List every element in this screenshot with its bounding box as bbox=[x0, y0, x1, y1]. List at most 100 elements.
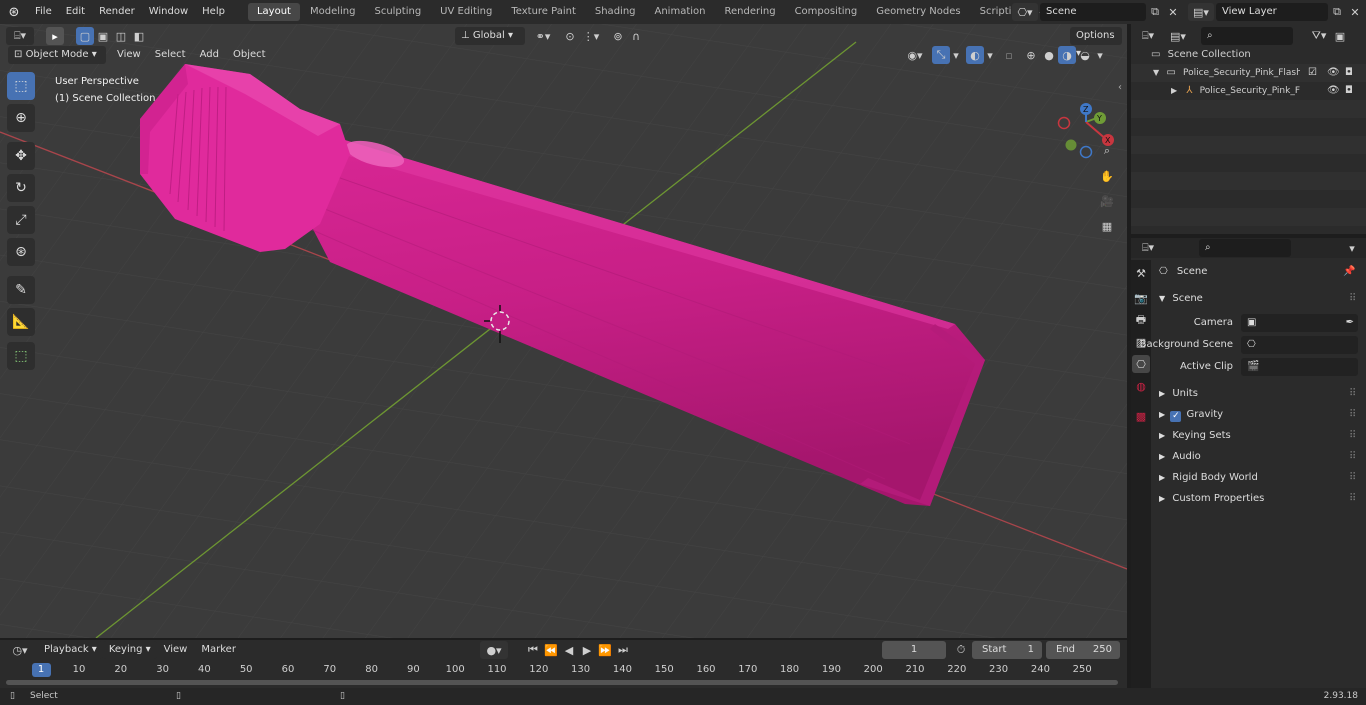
drag-handle-icon[interactable]: ⠿ bbox=[1349, 469, 1356, 487]
record-icon[interactable]: ●▾ bbox=[480, 641, 508, 659]
viewport-menu-object[interactable]: Object bbox=[226, 46, 273, 64]
render-properties-icon[interactable]: 📷 bbox=[1132, 289, 1150, 307]
outliner-row-collection[interactable]: ▼ ▭ Police_Security_Pink_Flashligh ☑ 👁 ◘ bbox=[1131, 64, 1366, 82]
timeline-scrollbar[interactable] bbox=[6, 680, 1118, 685]
expand-arrow-icon[interactable]: ▶ bbox=[1171, 86, 1177, 95]
gizmo-toggle-icon[interactable]: ⤡ bbox=[932, 46, 950, 64]
tab-layout[interactable]: Layout bbox=[247, 3, 300, 21]
editor-type-icon[interactable]: ⌸▾ bbox=[6, 27, 34, 45]
cursor-tool-icon[interactable]: ⊕ bbox=[7, 104, 35, 132]
preview-range-icon[interactable]: ⏱ bbox=[952, 641, 970, 659]
tab-texture-paint[interactable]: Texture Paint bbox=[502, 3, 585, 21]
options-dropdown[interactable]: Options ▾ bbox=[1070, 27, 1122, 59]
viewport-menu-add[interactable]: Add bbox=[193, 46, 226, 64]
collapse-arrow-icon[interactable]: ▼ bbox=[1159, 294, 1165, 303]
delete-view-layer-icon[interactable]: ✕ bbox=[1346, 3, 1364, 21]
panel-gravity[interactable]: ▶ ✓ Gravity ⠿ bbox=[1159, 406, 1365, 424]
annotate-tool-icon[interactable]: ✎ bbox=[7, 276, 35, 304]
prev-keyframe-icon[interactable]: ⏪ bbox=[542, 641, 560, 659]
tab-compositing[interactable]: Compositing bbox=[786, 3, 867, 21]
tab-rendering[interactable]: Rendering bbox=[715, 3, 784, 21]
shading-wireframe-icon[interactable]: ⊕ bbox=[1022, 46, 1040, 64]
keying-dropdown[interactable]: Keying ▾ bbox=[102, 641, 157, 659]
tab-geometry-nodes[interactable]: Geometry Nodes bbox=[867, 3, 969, 21]
measure-tool-icon[interactable]: 📐 bbox=[7, 308, 35, 336]
pin-icon[interactable]: 📌 bbox=[1343, 263, 1355, 281]
outliner-editor-type-icon[interactable]: ⌸▾ bbox=[1135, 27, 1161, 45]
next-keyframe-icon[interactable]: ⏩ bbox=[596, 641, 614, 659]
background-scene-field[interactable]: ⎔ bbox=[1241, 336, 1358, 354]
play-icon[interactable]: ▶ bbox=[578, 641, 596, 659]
expand-arrow-icon[interactable]: ▼ bbox=[1153, 68, 1159, 77]
menu-help[interactable]: Help bbox=[195, 0, 232, 24]
shading-material-icon[interactable]: ◑ bbox=[1058, 46, 1076, 64]
select-box-tool-icon[interactable]: ▸ bbox=[46, 27, 64, 45]
rotate-tool-icon[interactable]: ↻ bbox=[7, 174, 35, 202]
menu-window[interactable]: Window bbox=[142, 0, 195, 24]
collapse-arrow-icon[interactable]: ▶ bbox=[1159, 452, 1165, 461]
sidebar-toggle-icon[interactable]: ‹ bbox=[1118, 82, 1122, 93]
pivot-point-icon[interactable]: ⚭▾ bbox=[531, 27, 555, 45]
visibility-icon[interactable]: ◉▾ bbox=[902, 46, 928, 64]
drag-handle-icon[interactable]: ⠿ bbox=[1349, 448, 1356, 466]
collapse-arrow-icon[interactable]: ▶ bbox=[1159, 494, 1165, 503]
include-checkbox-icon[interactable]: ☑ bbox=[1308, 64, 1317, 82]
menu-file[interactable]: File bbox=[28, 0, 59, 24]
shading-rendered-icon[interactable]: ◒ bbox=[1076, 46, 1094, 64]
shading-solid-icon[interactable]: ● bbox=[1040, 46, 1058, 64]
playback-dropdown[interactable]: Playback ▾ bbox=[38, 641, 103, 659]
start-frame-field[interactable]: Start 1 bbox=[972, 641, 1042, 659]
mode-intersect-icon[interactable]: ◧ bbox=[130, 27, 148, 45]
drag-handle-icon[interactable]: ⠿ bbox=[1349, 385, 1356, 403]
drag-handle-icon[interactable]: ⠿ bbox=[1349, 290, 1356, 308]
jump-end-icon[interactable]: ⏭ bbox=[614, 641, 632, 659]
xray-icon[interactable]: ▫ bbox=[1000, 46, 1018, 64]
view-layer-field[interactable]: View Layer bbox=[1216, 3, 1328, 21]
panel-audio[interactable]: ▶ Audio ⠿ bbox=[1159, 448, 1365, 466]
texture-properties-icon[interactable]: ▩ bbox=[1132, 407, 1150, 425]
current-frame-field[interactable]: 1 bbox=[882, 641, 946, 659]
delete-scene-icon[interactable]: ✕ bbox=[1164, 3, 1182, 21]
outliner-row-object[interactable]: ▶ ⅄ Police_Security_Pink_Flas 👁 ◘ bbox=[1131, 82, 1366, 100]
proportional-edit-icon[interactable]: ⊚ bbox=[609, 27, 627, 45]
scene-properties-icon[interactable]: ⎔ bbox=[1132, 355, 1150, 373]
mode-extend-icon[interactable]: ▣ bbox=[94, 27, 112, 45]
viewport-menu-select[interactable]: Select bbox=[148, 46, 193, 64]
camera-field[interactable]: ▣ ✒ bbox=[1241, 314, 1358, 332]
select-tool-icon[interactable]: ⬚ bbox=[7, 72, 35, 100]
drag-handle-icon[interactable]: ⠿ bbox=[1349, 490, 1356, 508]
shading-dropdown-icon[interactable]: ▾ bbox=[1094, 46, 1106, 64]
timeline-menu-view[interactable]: View bbox=[157, 641, 195, 659]
outliner-new-collection-icon[interactable]: ▣ bbox=[1331, 27, 1349, 45]
gizmo-neg-y-icon[interactable] bbox=[1065, 139, 1077, 151]
tab-uv-editing[interactable]: UV Editing bbox=[431, 3, 501, 21]
gravity-checkbox-icon[interactable]: ✓ bbox=[1170, 411, 1182, 422]
object-mode-dropdown[interactable]: ⊡ Object Mode ▾ bbox=[8, 46, 106, 64]
collapse-arrow-icon[interactable]: ▶ bbox=[1159, 473, 1165, 482]
world-properties-icon[interactable]: ◍ bbox=[1132, 377, 1150, 395]
timeline-menu-marker[interactable]: Marker bbox=[194, 641, 243, 659]
camera-view-icon[interactable]: 🎥 bbox=[1098, 192, 1116, 210]
new-scene-icon[interactable]: ⧉ bbox=[1146, 3, 1164, 21]
outliner-search-input[interactable]: ⌕ bbox=[1201, 27, 1293, 45]
pan-hand-icon[interactable]: ✋ bbox=[1098, 167, 1116, 185]
3d-viewport[interactable]: Z Y X ⌸▾ ▸ ▢ ▣ ◫ ◧ ⊥ Global ▾ ⚭▾ ⊙ ⋮▾ ⊚ … bbox=[0, 24, 1127, 638]
gizmo-dropdown-icon[interactable]: ▾ bbox=[950, 46, 962, 64]
render-camera-icon[interactable]: ◘ bbox=[1345, 64, 1353, 82]
outliner-display-mode-icon[interactable]: ▤▾ bbox=[1165, 27, 1191, 45]
mode-subtract-icon[interactable]: ◫ bbox=[112, 27, 130, 45]
drag-handle-icon[interactable]: ⠿ bbox=[1349, 406, 1356, 424]
collapse-arrow-icon[interactable]: ▶ bbox=[1159, 389, 1165, 398]
move-tool-icon[interactable]: ✥ bbox=[7, 142, 35, 170]
add-cube-tool-icon[interactable]: ⬚ bbox=[7, 342, 35, 370]
properties-options-icon[interactable]: ▾ bbox=[1343, 239, 1361, 257]
tab-sculpting[interactable]: Sculpting bbox=[365, 3, 430, 21]
collapse-arrow-icon[interactable]: ▶ bbox=[1159, 410, 1165, 419]
visibility-eye-icon[interactable]: 👁 bbox=[1327, 64, 1340, 82]
timeline-ruler[interactable]: 1 10 20 30 40 50 60 70 80 90 100 110 120 130 140 150 160… bbox=[0, 662, 1127, 678]
scene-name-field[interactable]: Scene bbox=[1040, 3, 1146, 21]
active-clip-field[interactable]: 🎬 bbox=[1241, 358, 1358, 376]
timeline-editor-type-icon[interactable]: ◷▾ bbox=[6, 641, 34, 659]
scene-selector-icon[interactable]: ⎔▾ bbox=[1012, 3, 1038, 21]
drag-handle-icon[interactable]: ⠿ bbox=[1349, 427, 1356, 445]
